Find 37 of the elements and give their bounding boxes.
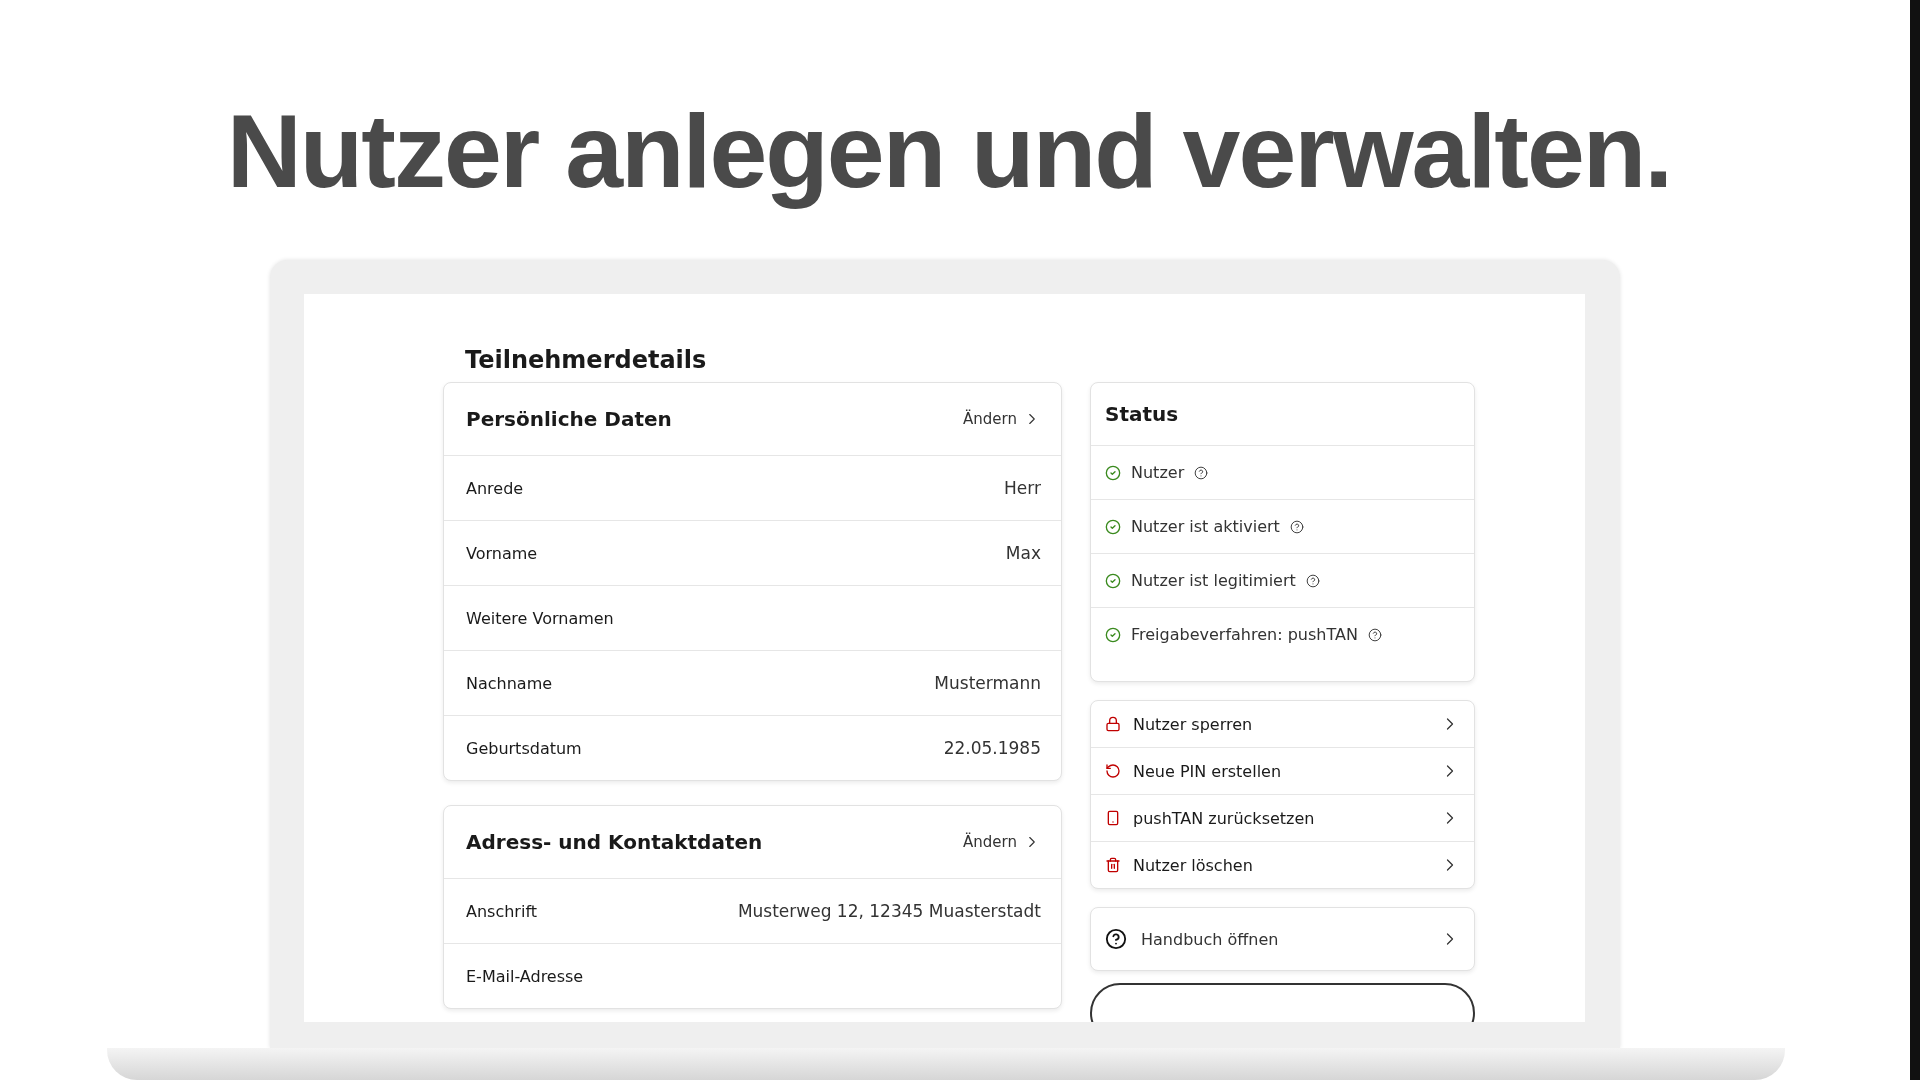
manual-link[interactable]: Handbuch öffnen	[1090, 907, 1475, 971]
field-value: Max	[1005, 543, 1041, 563]
help-icon[interactable]	[1305, 573, 1320, 588]
field-label: Vorname	[466, 543, 538, 563]
action-item[interactable]: Nutzer löschen	[1091, 842, 1474, 888]
page-title: Teilnehmerdetails	[464, 345, 707, 376]
field-label: Nachname	[466, 673, 553, 693]
field-value: Herr	[1004, 478, 1041, 498]
status-text: Nutzer	[1131, 463, 1185, 482]
card-title: Persönliche Daten	[466, 407, 672, 431]
padlock-icon	[1105, 716, 1121, 732]
field-label: Weitere Vornamen	[466, 608, 614, 628]
phone-icon	[1105, 810, 1121, 826]
edit-link[interactable]: Ändern	[963, 410, 1041, 428]
status-text: Freigabeverfahren: pushTAN	[1131, 625, 1358, 644]
headline: Nutzer anlegen und verwalten.	[226, 96, 1672, 211]
card-title: Adress- und Kontaktdaten	[466, 830, 763, 854]
field-label: E-Mail-Adresse	[466, 966, 584, 986]
field-value: Musterweg 12, 12345 Muasterstadt	[737, 901, 1041, 921]
action-item[interactable]: Nutzer sperren	[1091, 701, 1474, 748]
help-icon[interactable]	[1289, 519, 1304, 534]
edit-link[interactable]: Ändern	[963, 833, 1041, 851]
status-text: Nutzer ist legitimiert	[1131, 571, 1296, 590]
field-label: Geburtsdatum	[466, 738, 582, 758]
help-icon	[1105, 928, 1127, 950]
field-label: Anschrift	[466, 901, 537, 921]
reset-arrow-icon	[1105, 763, 1121, 779]
help-icon[interactable]	[1194, 465, 1209, 480]
trash-icon	[1105, 857, 1121, 873]
field-label: Anrede	[466, 478, 524, 498]
card-title: Status	[1105, 402, 1179, 426]
action-item[interactable]: Neue PIN erstellen	[1091, 748, 1474, 795]
status-text: Nutzer ist aktiviert	[1131, 517, 1280, 536]
field-value: 22.05.1985	[943, 738, 1041, 758]
field-value: Mustermann	[934, 673, 1041, 693]
action-item[interactable]: pushTAN zurücksetzen	[1091, 795, 1474, 842]
help-icon[interactable]	[1367, 627, 1382, 642]
